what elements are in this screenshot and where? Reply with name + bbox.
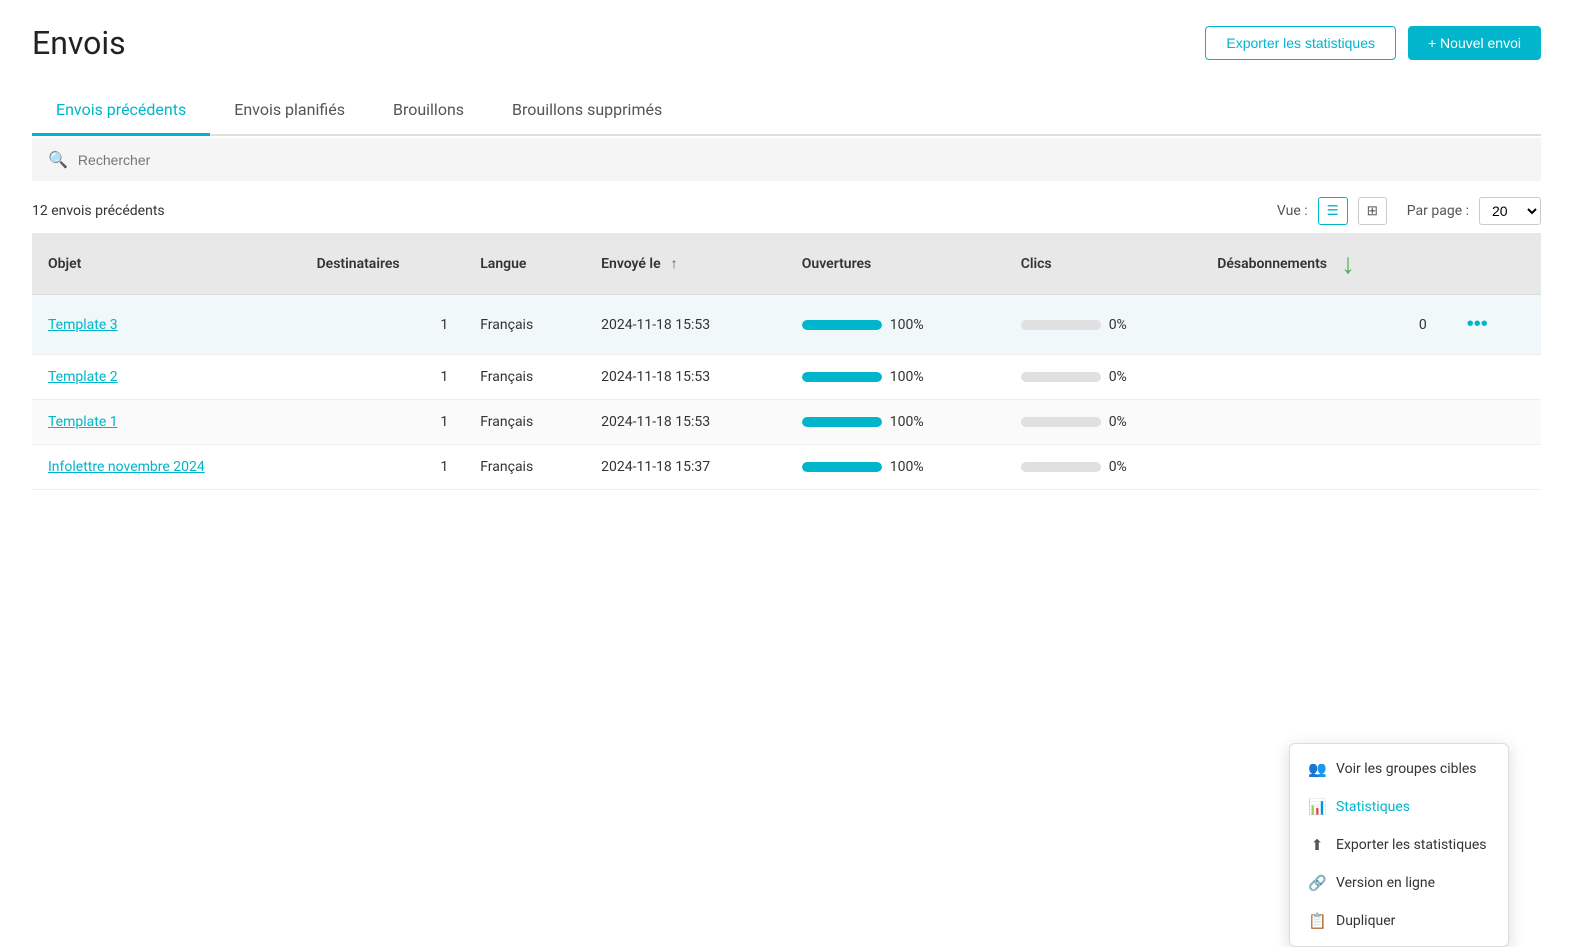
- cell-langue: Français: [464, 445, 585, 490]
- table-header-row: Objet Destinataires Langue Envoyé le ↑ O…: [32, 233, 1541, 295]
- new-envoi-button[interactable]: + Nouvel envoi: [1408, 26, 1541, 60]
- table-count: 12 envois précédents: [32, 203, 165, 219]
- dropdown-label-version-en-ligne: Version en ligne: [1336, 875, 1435, 891]
- cell-destinataires: 1: [301, 295, 465, 355]
- cell-objet: Infolettre novembre 2024: [32, 445, 301, 490]
- cell-langue: Français: [464, 355, 585, 400]
- ouvertures-label: 100%: [890, 459, 924, 475]
- col-actions: [1443, 233, 1541, 295]
- per-page-label: Par page :: [1407, 203, 1469, 219]
- cell-desabonnements: [1201, 445, 1443, 490]
- tab-brouillons-supprimes[interactable]: Brouillons supprimés: [488, 86, 686, 136]
- cell-objet: Template 2: [32, 355, 301, 400]
- ouvertures-label: 100%: [890, 414, 924, 430]
- table-row: Template 3 1 Français 2024-11-18 15:53 1…: [32, 295, 1541, 355]
- cell-ouvertures: 100%: [786, 445, 1005, 490]
- cell-envoye-le: 2024-11-18 15:37: [585, 445, 786, 490]
- dropdown-item-voir-groupes[interactable]: 👥 Voir les groupes cibles: [1290, 750, 1508, 788]
- link-icon: 🔗: [1308, 874, 1326, 892]
- cell-envoye-le: 2024-11-18 15:53: [585, 400, 786, 445]
- clics-label: 0%: [1109, 414, 1127, 430]
- export-icon: ⬆: [1308, 836, 1326, 854]
- envois-table: Objet Destinataires Langue Envoyé le ↑ O…: [32, 233, 1541, 490]
- dropdown-item-version-en-ligne[interactable]: 🔗 Version en ligne: [1290, 864, 1508, 902]
- grid-view-button[interactable]: ⊞: [1358, 197, 1387, 225]
- tabs-nav: Envois précédents Envois planifiés Broui…: [32, 86, 1541, 136]
- page-header: Envois Exporter les statistiques + Nouve…: [32, 24, 1541, 62]
- tab-envois-precedents[interactable]: Envois précédents: [32, 86, 210, 136]
- dropdown-item-exporter[interactable]: ⬆ Exporter les statistiques: [1290, 826, 1508, 864]
- col-ouvertures: Ouvertures: [786, 233, 1005, 295]
- cell-actions: [1443, 355, 1541, 400]
- ouvertures-label: 100%: [890, 369, 924, 385]
- cell-actions: •••: [1443, 295, 1541, 355]
- col-clics: Clics: [1005, 233, 1202, 295]
- sort-arrow-icon: ↑: [671, 255, 678, 272]
- col-destinataires: Destinataires: [301, 233, 465, 295]
- dropdown-item-dupliquer[interactable]: 📋 Dupliquer: [1290, 902, 1508, 940]
- table-row: Infolettre novembre 2024 1 Français 2024…: [32, 445, 1541, 490]
- objet-link[interactable]: Template 2: [48, 369, 118, 385]
- cell-desabonnements: 0: [1201, 295, 1443, 355]
- per-page-select[interactable]: 20 50 100: [1479, 197, 1541, 225]
- context-dropdown: 👥 Voir les groupes cibles 📊 Statistiques…: [1289, 743, 1509, 947]
- search-bar: 🔍: [32, 138, 1541, 181]
- view-controls: Vue : ☰ ⊞ Par page : 20 50 100: [1277, 197, 1541, 225]
- cell-objet: Template 1: [32, 400, 301, 445]
- col-langue: Langue: [464, 233, 585, 295]
- cell-langue: Français: [464, 295, 585, 355]
- cell-clics: 0%: [1005, 355, 1202, 400]
- dropdown-label-dupliquer: Dupliquer: [1336, 913, 1395, 929]
- cell-actions: [1443, 400, 1541, 445]
- header-actions: Exporter les statistiques + Nouvel envoi: [1205, 26, 1541, 60]
- cell-clics: 0%: [1005, 445, 1202, 490]
- search-icon: 🔍: [48, 150, 68, 169]
- table-row: Template 1 1 Français 2024-11-18 15:53 1…: [32, 400, 1541, 445]
- dropdown-item-statistiques[interactable]: 📊 Statistiques: [1290, 788, 1508, 826]
- stats-icon: 📊: [1308, 798, 1326, 816]
- clics-label: 0%: [1109, 317, 1127, 333]
- search-input[interactable]: [78, 152, 1525, 168]
- cell-ouvertures: 100%: [786, 295, 1005, 355]
- group-icon: 👥: [1308, 760, 1326, 778]
- dropdown-label-voir-groupes: Voir les groupes cibles: [1336, 761, 1477, 777]
- dropdown-label-statistiques: Statistiques: [1336, 799, 1410, 815]
- cell-objet: Template 3: [32, 295, 301, 355]
- cell-envoye-le: 2024-11-18 15:53: [585, 295, 786, 355]
- table-row: Template 2 1 Français 2024-11-18 15:53 1…: [32, 355, 1541, 400]
- list-view-button[interactable]: ☰: [1318, 197, 1348, 225]
- cell-clics: 0%: [1005, 400, 1202, 445]
- clics-label: 0%: [1109, 459, 1127, 475]
- cell-destinataires: 1: [301, 400, 465, 445]
- tab-brouillons[interactable]: Brouillons: [369, 86, 488, 136]
- objet-link[interactable]: Template 1: [48, 414, 118, 430]
- export-stats-button[interactable]: Exporter les statistiques: [1205, 26, 1396, 60]
- vue-label: Vue :: [1277, 203, 1308, 219]
- cell-desabonnements: [1201, 355, 1443, 400]
- objet-link[interactable]: Infolettre novembre 2024: [48, 459, 205, 475]
- duplicate-icon: 📋: [1308, 912, 1326, 930]
- cell-langue: Français: [464, 400, 585, 445]
- cell-envoye-le: 2024-11-18 15:53: [585, 355, 786, 400]
- cell-actions: [1443, 445, 1541, 490]
- objet-link[interactable]: Template 3: [48, 317, 118, 333]
- down-arrow-icon: ↓: [1341, 247, 1355, 280]
- cell-desabonnements: [1201, 400, 1443, 445]
- cell-destinataires: 1: [301, 445, 465, 490]
- row-actions-button[interactable]: •••: [1459, 309, 1496, 340]
- cell-ouvertures: 100%: [786, 400, 1005, 445]
- ouvertures-label: 100%: [890, 317, 924, 333]
- col-objet: Objet: [32, 233, 301, 295]
- cell-ouvertures: 100%: [786, 355, 1005, 400]
- cell-destinataires: 1: [301, 355, 465, 400]
- tab-envois-planifies[interactable]: Envois planifiés: [210, 86, 369, 136]
- col-desabonnements: Désabonnements ↓: [1201, 233, 1443, 295]
- table-wrapper: Objet Destinataires Langue Envoyé le ↑ O…: [32, 233, 1541, 490]
- clics-label: 0%: [1109, 369, 1127, 385]
- page-title: Envois: [32, 24, 126, 62]
- table-controls: 12 envois précédents Vue : ☰ ⊞ Par page …: [32, 181, 1541, 233]
- cell-clics: 0%: [1005, 295, 1202, 355]
- dropdown-label-exporter: Exporter les statistiques: [1336, 837, 1487, 853]
- col-envoye-le[interactable]: Envoyé le ↑: [585, 233, 786, 295]
